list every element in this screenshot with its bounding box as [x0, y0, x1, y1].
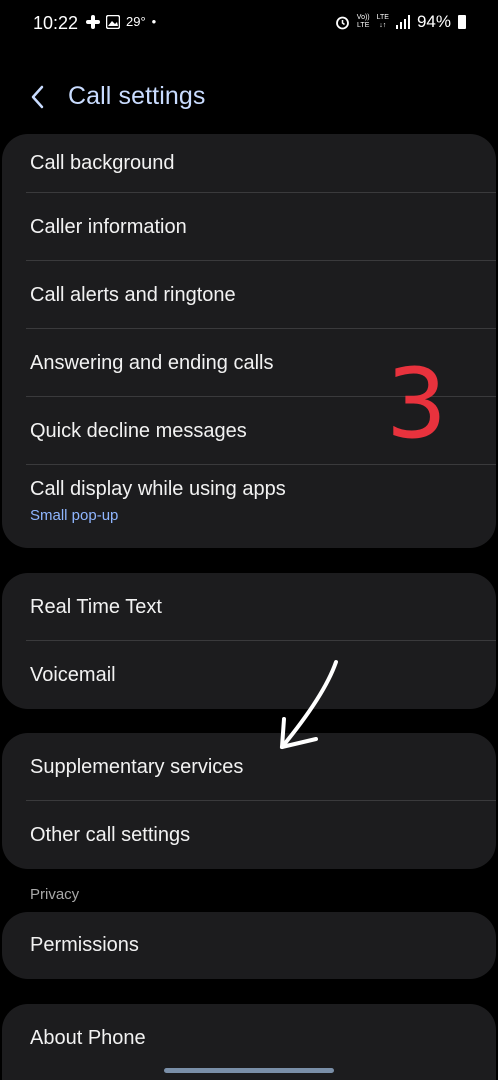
status-notification-icons: 29° •: [86, 14, 156, 29]
item-sublabel: Small pop-up: [30, 506, 119, 524]
item-label: Supplementary services: [30, 755, 244, 778]
item-label: Call display while using apps: [30, 477, 286, 500]
settings-group-services: Supplementary services Other call settin…: [2, 733, 496, 869]
weather-temperature: 29°: [126, 14, 146, 29]
other-call-settings-item[interactable]: Other call settings: [2, 801, 496, 869]
page-title: Call settings: [68, 82, 206, 110]
app-header: Call settings: [0, 72, 498, 122]
call-display-apps-item[interactable]: Call display while using apps Small pop-…: [2, 465, 496, 548]
privacy-section-label: Privacy: [30, 886, 80, 903]
supplementary-services-item[interactable]: Supplementary services: [2, 733, 496, 801]
item-label: Other call settings: [30, 823, 191, 846]
battery-percent: 94%: [416, 12, 451, 31]
settings-group-messaging: Real Time Text Voicemail: [2, 573, 496, 709]
about-phone-item[interactable]: About Phone: [2, 1004, 496, 1072]
status-system-icons: Vo)) LTE LTE ↓↑ 94%: [335, 12, 466, 32]
item-label: Call background: [30, 152, 175, 174]
lte-icon: LTE ↓↑: [376, 14, 389, 29]
real-time-text-item[interactable]: Real Time Text: [2, 573, 496, 641]
volte-icon: Vo)) LTE: [356, 14, 370, 29]
call-background-item[interactable]: Call background: [2, 134, 496, 193]
battery-icon: [458, 15, 466, 29]
item-label: Caller information: [30, 215, 187, 238]
settings-group-call: Call background Caller information Call …: [2, 134, 496, 548]
signal-icon: [395, 15, 410, 29]
item-label: Real Time Text: [30, 595, 162, 618]
item-label: About Phone: [30, 1026, 146, 1049]
status-bar: 10:22 29° • Vo)) LTE LTE ↓↑ 94%: [0, 0, 498, 48]
annotation-arrow-icon: [280, 660, 338, 749]
call-alerts-ringtone-item[interactable]: Call alerts and ringtone: [2, 261, 496, 329]
item-label: Permissions: [30, 934, 139, 956]
alarm-icon: [335, 16, 349, 29]
voicemail-item[interactable]: Voicemail: [2, 641, 496, 709]
settings-group-privacy: Permissions: [2, 912, 496, 979]
annotation-step-number: 3: [386, 348, 448, 460]
permissions-item[interactable]: Permissions: [2, 912, 496, 979]
status-time: 10:22: [33, 13, 79, 33]
slack-icon: [86, 14, 100, 29]
item-label: Voicemail: [30, 663, 116, 686]
home-indicator[interactable]: [164, 1068, 334, 1073]
gallery-icon: [106, 14, 120, 29]
item-label: Call alerts and ringtone: [30, 283, 236, 306]
notification-dot: •: [151, 14, 157, 29]
caller-information-item[interactable]: Caller information: [2, 193, 496, 261]
back-arrow-icon[interactable]: [27, 82, 49, 112]
